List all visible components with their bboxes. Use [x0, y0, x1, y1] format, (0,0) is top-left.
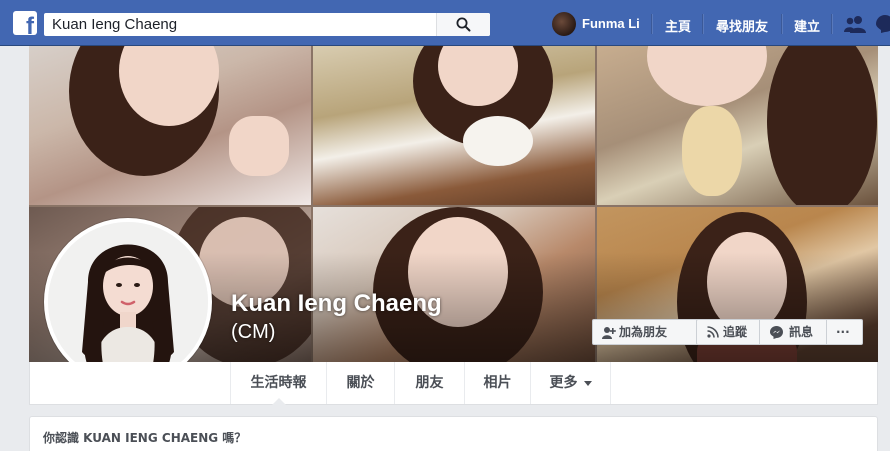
nav-divider: [781, 14, 782, 34]
message-button[interactable]: 訊息: [759, 319, 827, 345]
rss-follow-icon: [707, 326, 719, 338]
tab-more-label: 更多: [549, 375, 578, 391]
tab-about-label: 關於: [346, 375, 375, 391]
cover-photo-tile: [29, 46, 311, 205]
add-friend-label: 加為朋友: [619, 325, 668, 339]
tab-timeline[interactable]: 生活時報: [230, 362, 326, 405]
tab-timeline-label: 生活時報: [250, 375, 307, 391]
add-friend-icon: [602, 327, 616, 339]
profile-tabs-bar: 生活時報 關於 朋友 相片 更多: [29, 362, 878, 405]
more-options-button[interactable]: ···: [826, 319, 863, 345]
search-button[interactable]: [436, 13, 490, 36]
tab-friends-label: 朋友: [415, 375, 444, 391]
search-box: [44, 13, 490, 36]
tab-friends[interactable]: 朋友: [394, 362, 464, 404]
do-you-know-heading: 你認識 KUAN IENG CHAENG 嗎？: [43, 431, 247, 445]
profile-photo: [48, 222, 208, 382]
nav-divider: [702, 14, 703, 34]
follow-label: 追蹤: [723, 325, 748, 339]
friend-requests-icon[interactable]: [844, 15, 866, 33]
follow-button[interactable]: 追蹤: [696, 319, 762, 345]
search-input[interactable]: [44, 13, 444, 36]
add-friend-button[interactable]: 加為朋友: [592, 319, 710, 345]
messenger-icon: [770, 326, 783, 339]
do-you-know-card: 你認識 KUAN IENG CHAENG 嗎？: [29, 416, 878, 451]
cover-photo-tile: [313, 46, 595, 205]
nav-username: Funma Li: [582, 16, 640, 31]
profile-portrait-illustration: [48, 222, 208, 382]
nav-divider: [831, 14, 832, 34]
profile-name[interactable]: Kuan Ieng Chaeng: [231, 290, 442, 318]
top-navigation-bar: f Funma Li 主頁 尋找朋友 建立: [0, 0, 890, 46]
profile-alternate-name: (CM): [231, 321, 276, 343]
facebook-logo-icon[interactable]: f: [13, 11, 37, 35]
message-label: 訊息: [789, 325, 814, 339]
tab-more[interactable]: 更多: [530, 362, 611, 404]
chevron-down-icon: [583, 380, 592, 386]
nav-find-friends-link[interactable]: 尋找朋友: [716, 16, 768, 35]
profile-picture[interactable]: [44, 218, 212, 386]
search-icon: [456, 17, 471, 32]
nav-home-link[interactable]: 主頁: [665, 16, 691, 35]
more-options-label: ···: [836, 325, 850, 339]
cover-photo-tile: [597, 46, 878, 205]
tab-photos[interactable]: 相片: [464, 362, 530, 404]
tab-about[interactable]: 關於: [326, 362, 394, 404]
tab-photos-label: 相片: [483, 375, 512, 391]
nav-create-link[interactable]: 建立: [794, 16, 820, 35]
nav-divider: [651, 14, 652, 34]
active-tab-indicator: [271, 398, 286, 405]
messenger-icon[interactable]: [876, 15, 890, 33]
nav-avatar: [552, 12, 576, 36]
